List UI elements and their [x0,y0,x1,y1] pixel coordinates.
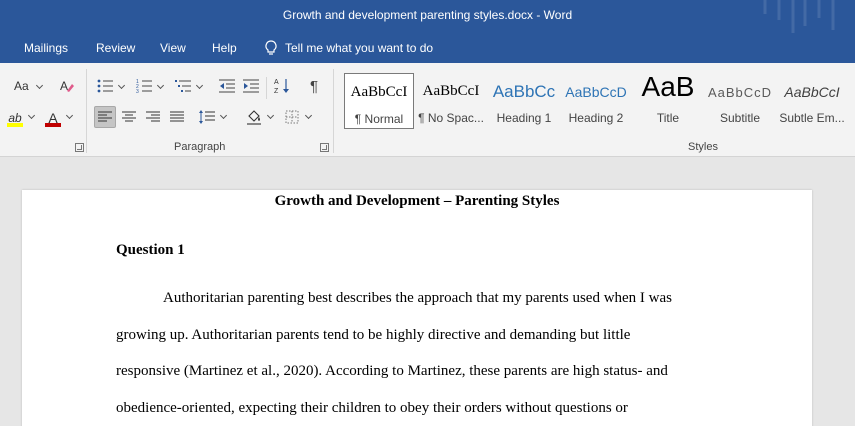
borders-button[interactable] [281,106,303,128]
multilevel-list-icon [175,80,191,92]
style-sample: AaBbCcI [784,84,840,100]
shading-button[interactable] [243,106,265,128]
style-name: Heading 1 [496,111,552,125]
numbering-button[interactable]: 123 [133,75,155,97]
highlight-dropdown-icon[interactable] [28,113,36,119]
clear-formatting-icon: A [60,79,74,93]
tab-help[interactable]: Help [212,41,237,55]
justify-button[interactable] [166,106,188,128]
style-name: ¶ Normal [354,112,404,126]
group-separator [333,69,334,153]
style-sample: AaBbCc [492,82,556,101]
sort-az-icon: AZ [274,79,289,95]
bullets-dropdown-icon[interactable] [118,83,126,89]
style-sample: AaBbCcI [350,84,408,100]
style-name: ¶ No Spac... [418,111,484,125]
decrease-indent-button[interactable] [216,75,238,97]
question-heading: Question 1 [116,242,185,258]
borders-icon [285,110,299,124]
show-formatting-button[interactable]: ¶ [303,75,325,97]
style-sample: AaBbCcD [565,84,627,100]
font-dialog-launcher[interactable] [75,143,84,152]
ribbon-tabs: Mailings Review View Help Tell me what y… [0,33,855,63]
window-title: Growth and development parenting styles.… [282,8,573,22]
clear-formatting-button[interactable]: A [56,75,78,97]
tab-review[interactable]: Review [96,41,135,55]
document-page[interactable]: Growth and Development – Parenting Style… [22,190,812,426]
pilcrow-icon: ¶ [309,77,319,95]
borders-dropdown-icon[interactable] [305,113,313,119]
style-no-spacing[interactable]: AaBbCcI ¶ No Spac... [416,73,486,129]
align-center-icon [122,111,136,122]
line-spacing-dropdown-icon[interactable] [220,113,228,119]
lightbulb-icon [265,40,277,55]
multilevel-dropdown-icon[interactable] [196,83,204,89]
align-left-icon [98,111,112,122]
line-spacing-button[interactable] [196,106,218,128]
sort-button[interactable]: AZ [272,75,294,97]
title-bar: Growth and development parenting styles.… [0,0,855,33]
style-title[interactable]: AaB Title [633,71,703,129]
font-color-swatch [45,123,61,127]
text-highlight-button[interactable]: ab [4,107,26,129]
change-case-dropdown-icon[interactable] [36,83,44,89]
style-sample: AaBbCcD [707,85,773,100]
align-left-button[interactable] [94,106,116,128]
highlight-color-swatch [7,123,23,127]
line-spacing-icon [199,110,215,124]
style-heading-1[interactable]: AaBbCc Heading 1 [489,73,559,129]
document-title: Growth and Development – Parenting Style… [274,193,560,209]
paragraph-line: responsive (Martinez et al., 2020). Acco… [116,363,668,379]
tell-me-text: Tell me what you want to do [285,41,434,55]
style-name: Subtle Em... [779,111,845,125]
ribbon: Aa A ab A 123 A Z ¶ Paragraph AaBbCcI ¶ … [0,63,855,157]
bullets-button[interactable] [94,75,116,97]
paragraph-line: Authoritarian parenting best describes t… [163,290,673,306]
paragraph-dialog-launcher[interactable] [320,143,329,152]
title-bar-pattern-icon [763,0,835,33]
tab-view[interactable]: View [160,41,186,55]
style-sample: AaB [641,71,695,102]
svg-text:A: A [60,79,68,93]
svg-text:A: A [274,79,279,86]
paragraph-line: growing up. Authoritarian parents tend t… [116,327,631,343]
svg-text:3: 3 [136,89,139,93]
inner-separator [266,77,267,99]
shading-dropdown-icon[interactable] [267,113,275,119]
align-right-button[interactable] [142,106,164,128]
style-name: Heading 2 [568,111,624,125]
style-normal[interactable]: AaBbCcI ¶ Normal [344,73,414,129]
numbered-list-icon: 123 [136,79,152,93]
styles-group-label: Styles [688,141,718,153]
paragraph-line: obedience-oriented, expecting their chil… [116,400,628,416]
document-workspace: Growth and Development – Parenting Style… [0,157,855,426]
styles-gallery: AaBbCcI ¶ Normal AaBbCcI ¶ No Spac... Aa… [341,71,855,131]
multilevel-list-button[interactable] [172,75,194,97]
increase-indent-icon [243,79,259,93]
numbering-dropdown-icon[interactable] [157,83,165,89]
font-color-button[interactable]: A [42,107,64,129]
align-right-icon [146,111,160,122]
font-color-dropdown-icon[interactable] [66,113,74,119]
tab-mailings[interactable]: Mailings [24,41,68,55]
bullet-list-icon [97,79,113,93]
style-name: Title [656,111,680,125]
increase-indent-button[interactable] [240,75,262,97]
shading-bucket-icon [247,110,261,125]
svg-text:Z: Z [274,88,279,95]
justify-icon [170,111,184,122]
change-case-button[interactable]: Aa [14,79,29,93]
style-subtitle[interactable]: AaBbCcD Subtitle [705,73,775,129]
align-center-button[interactable] [118,106,140,128]
tell-me-box[interactable]: Tell me what you want to do [265,37,433,59]
style-subtle-emphasis[interactable]: AaBbCcI Subtle Em... [777,73,847,129]
style-heading-2[interactable]: AaBbCcD Heading 2 [561,73,631,129]
group-separator [86,69,87,153]
style-name: Subtitle [719,111,761,125]
decrease-indent-icon [219,79,235,93]
paragraph-group-label: Paragraph [174,141,226,153]
style-sample: AaBbCcI [422,83,480,99]
